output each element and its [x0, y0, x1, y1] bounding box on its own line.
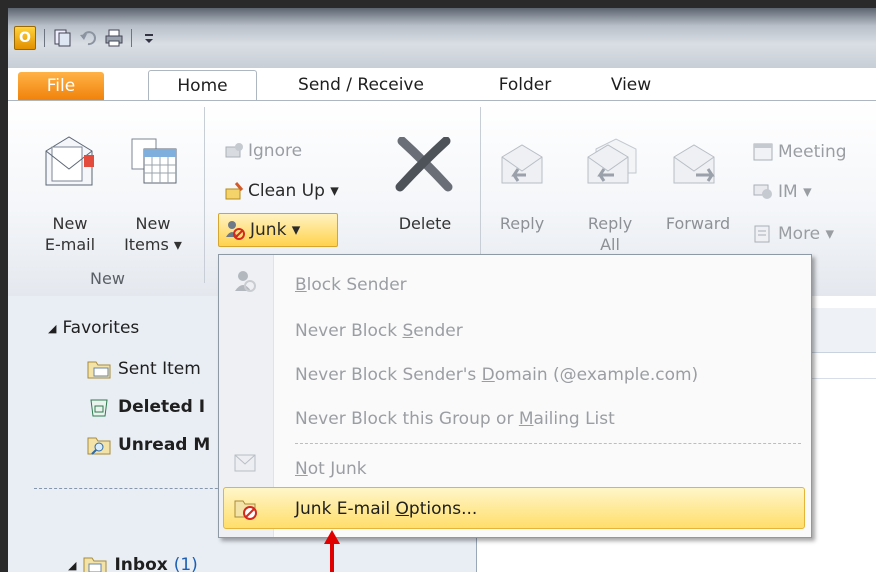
not-junk-icon: [233, 451, 257, 479]
menu-accelerator: D: [481, 365, 495, 385]
nav-item-sent-items[interactable]: Sent Item: [86, 358, 201, 380]
clean-up-icon: [225, 182, 244, 200]
tab-home[interactable]: Home: [148, 70, 257, 102]
menu-text: Never Block this Group or: [295, 409, 519, 429]
meeting-label: Meeting: [778, 142, 847, 162]
favorites-header[interactable]: ◢ Favorites: [48, 318, 139, 338]
deleted-items-label: Deleted I: [118, 397, 206, 417]
send-receive-icon[interactable]: [53, 29, 71, 47]
im-button[interactable]: IM ▾: [752, 181, 812, 203]
unread-mail-label: Unread M: [118, 435, 211, 455]
junk-dropdown-menu: Block Sender Never Block Sender Never Bl…: [218, 254, 812, 538]
junk-icon: [226, 221, 245, 240]
menu-text: ptions...: [408, 499, 478, 519]
new-items-icon[interactable]: [124, 133, 182, 191]
clean-up-button[interactable]: Clean Up ▾: [224, 181, 339, 201]
menu-text: Never Block Sender's: [295, 365, 482, 385]
menu-not-junk[interactable]: Not Junk: [295, 459, 367, 479]
ignore-button[interactable]: Ignore: [224, 141, 302, 161]
menu-accelerator: B: [295, 275, 307, 295]
forward-icon[interactable]: [670, 141, 722, 191]
im-icon: [753, 184, 772, 199]
more-label: More ▾: [778, 224, 835, 244]
outlook-window: O File Home Send / Receive Folder View N…: [8, 8, 876, 572]
print-icon[interactable]: [105, 29, 123, 47]
title-bar: O: [8, 8, 876, 68]
qat-separator: [44, 29, 45, 47]
delete-button[interactable]: Delete: [390, 213, 460, 234]
menu-text: ailing List: [533, 409, 615, 429]
menu-accelerator: S: [402, 321, 414, 341]
menu-accelerator: N: [295, 459, 308, 479]
menu-separator: [295, 443, 801, 444]
new-email-label-2: E-mail: [44, 235, 96, 254]
customize-qat-icon[interactable]: [140, 29, 158, 47]
meeting-button[interactable]: Meeting: [752, 141, 847, 163]
new-items-label-1: New: [135, 214, 171, 233]
block-sender-icon: [233, 269, 257, 297]
new-items-label-2: Items ▾: [124, 235, 182, 254]
more-icon: [754, 225, 770, 243]
sent-items-folder-icon: [87, 361, 111, 379]
tab-folder[interactable]: Folder: [480, 70, 570, 100]
reply-all-button[interactable]: Reply All: [580, 213, 640, 255]
inbox-folder-icon: [83, 557, 107, 572]
red-arrow-annotation: [324, 530, 340, 572]
outlook-app-icon[interactable]: O: [14, 26, 36, 50]
tab-view[interactable]: View: [596, 70, 666, 100]
new-email-icon[interactable]: [40, 133, 98, 191]
ribbon-tabs: File Home Send / Receive Folder View: [8, 70, 876, 102]
reply-all-label-1: Reply: [587, 214, 633, 233]
reply-button[interactable]: Reply: [494, 213, 550, 234]
meeting-icon: [753, 143, 773, 161]
delete-icon[interactable]: [394, 136, 454, 193]
forward-button[interactable]: Forward: [658, 213, 738, 234]
collapse-triangle-icon[interactable]: ◢: [48, 322, 56, 335]
junk-label: Junk ▾: [250, 220, 301, 240]
im-label: IM ▾: [778, 182, 812, 202]
menu-text: omain (@example.com): [494, 365, 699, 385]
inbox-unread-count: (1): [173, 555, 198, 572]
menu-block-sender[interactable]: Block Sender: [295, 275, 407, 295]
sent-items-label: Sent Item: [118, 359, 201, 379]
clean-up-label: Clean Up ▾: [248, 181, 339, 201]
quick-access-toolbar: O: [14, 26, 158, 50]
menu-never-block-group[interactable]: Never Block this Group or Mailing List: [295, 409, 615, 429]
undo-icon[interactable]: [79, 29, 97, 47]
group-separator: [204, 107, 205, 283]
collapse-triangle-icon[interactable]: ◢: [68, 559, 76, 572]
nav-item-inbox[interactable]: ◢ Inbox (1): [68, 554, 198, 572]
junk-options-icon: [233, 495, 259, 525]
menu-accelerator: M: [518, 409, 534, 429]
deleted-items-bin-icon: [90, 399, 108, 417]
search-folder-icon: [87, 437, 111, 455]
reply-all-label-2: All: [600, 235, 620, 254]
ignore-icon: [225, 143, 243, 158]
new-email-button[interactable]: New E-mail: [38, 213, 102, 255]
menu-text: Never Block: [295, 321, 403, 341]
menu-text: ot Junk: [307, 459, 367, 479]
tab-file[interactable]: File: [18, 72, 104, 100]
tab-send-receive[interactable]: Send / Receive: [278, 70, 444, 100]
menu-text: ender: [413, 321, 463, 341]
nav-item-unread-mail[interactable]: Unread M: [86, 434, 210, 456]
menu-text: lock Sender: [306, 275, 407, 295]
menu-never-block-domain[interactable]: Never Block Sender's Domain (@example.co…: [295, 365, 698, 385]
group-label-new: New: [90, 269, 125, 288]
new-items-button[interactable]: New Items ▾: [120, 213, 186, 255]
qat-separator: [131, 29, 132, 47]
nav-item-deleted-items[interactable]: Deleted I: [86, 396, 205, 418]
menu-never-block-sender[interactable]: Never Block Sender: [295, 321, 463, 341]
new-email-label-1: New: [52, 214, 88, 233]
junk-button[interactable]: Junk ▾: [224, 219, 300, 241]
reply-icon[interactable]: [496, 141, 548, 191]
menu-junk-email-options[interactable]: Junk E-mail Options...: [295, 499, 477, 519]
more-button[interactable]: More ▾: [752, 223, 834, 245]
menu-accelerator: O: [395, 499, 409, 519]
menu-text: Junk E-mail: [295, 499, 396, 519]
inbox-label: Inbox: [114, 555, 168, 572]
favorites-label: Favorites: [62, 318, 140, 338]
ignore-label: Ignore: [248, 141, 303, 161]
reply-all-icon[interactable]: [582, 137, 642, 191]
